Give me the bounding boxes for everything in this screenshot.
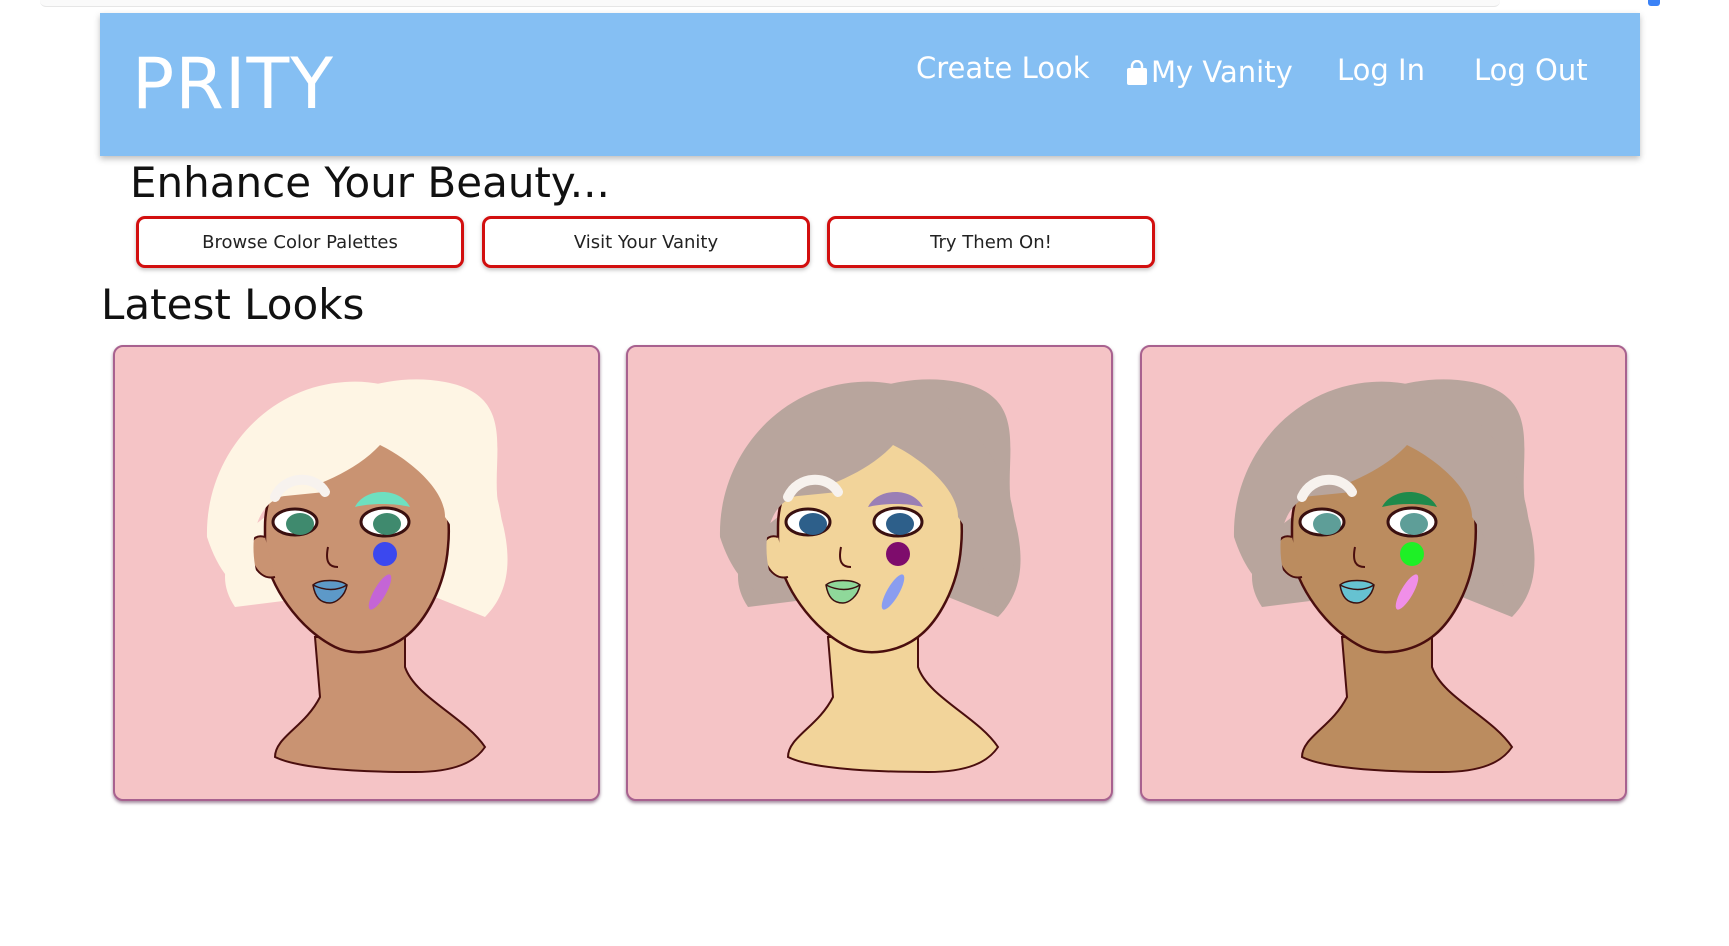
nav-log-out[interactable]: Log Out [1474, 53, 1588, 87]
browser-top-bar [40, 0, 1500, 7]
nav-my-vanity-label: My Vanity [1151, 55, 1293, 89]
look-card[interactable] [626, 345, 1113, 801]
face-illustration [206, 379, 508, 774]
neck-shoulders [1300, 636, 1514, 774]
visit-your-vanity-button[interactable]: Visit Your Vanity [482, 216, 810, 268]
face-illustration [719, 379, 1021, 774]
face-illustration [1233, 379, 1535, 774]
hero-headline: Enhance Your Beauty... [130, 158, 610, 207]
left-iris [286, 513, 314, 535]
browse-color-palettes-button[interactable]: Browse Color Palettes [136, 216, 464, 268]
browser-corner-tab [1648, 0, 1660, 6]
latest-looks-title: Latest Looks [101, 280, 365, 329]
neck-shoulders [786, 636, 1000, 774]
shopping-bag-icon [1125, 59, 1149, 85]
nav-my-vanity[interactable]: My Vanity [1125, 55, 1293, 89]
right-iris [373, 513, 401, 535]
nav-links: Create Look My Vanity Log In Log Out [100, 37, 1640, 97]
left-iris [1313, 513, 1341, 535]
look-card[interactable] [1140, 345, 1627, 801]
nav-create-look[interactable]: Create Look [916, 51, 1090, 85]
look-card[interactable] [113, 345, 600, 801]
right-iris [886, 513, 914, 535]
right-iris [1400, 513, 1428, 535]
nav-log-out-label: Log Out [1474, 53, 1588, 87]
neck-shoulders [273, 636, 487, 774]
nav-log-in-label: Log In [1337, 53, 1425, 87]
blush-dot [886, 542, 910, 566]
blush-dot [1400, 542, 1424, 566]
left-iris [799, 513, 827, 535]
blush-dot [373, 542, 397, 566]
try-them-on-button[interactable]: Try Them On! [827, 216, 1155, 268]
navbar: PRITY Create Look My Vanity Log In Log O… [100, 13, 1640, 156]
nav-create-look-label: Create Look [916, 51, 1090, 85]
nav-log-in[interactable]: Log In [1337, 53, 1425, 87]
